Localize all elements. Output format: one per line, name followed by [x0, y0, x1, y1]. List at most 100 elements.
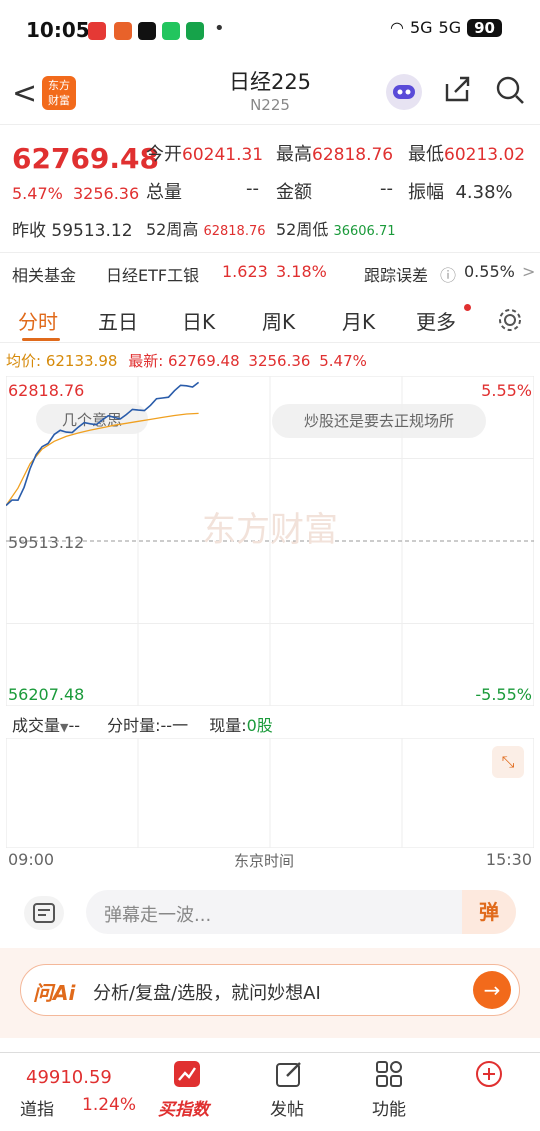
tab-function[interactable]: 功能	[372, 1095, 406, 1120]
danmu-send-button[interactable]: 弹	[462, 890, 516, 934]
function-grid-icon[interactable]	[374, 1059, 404, 1089]
x-start-label: 09:00	[8, 850, 55, 869]
last-label: 最新:	[128, 352, 164, 370]
y-bottom-label: 56207.48	[8, 685, 84, 704]
pct-bottom-label: -5.55%	[475, 685, 532, 704]
x-mid-label: 东京时间	[234, 852, 295, 870]
tab-five-day[interactable]: 五日	[98, 306, 138, 335]
tab-post[interactable]: 发帖	[270, 1095, 304, 1120]
amplitude-cell: 振幅 4.38%	[408, 178, 513, 204]
last-pct: 5.47%	[319, 352, 367, 370]
wifi-icon: ◠	[390, 18, 404, 37]
amount-cell: 金额 --	[276, 178, 393, 204]
bottom-bar: 49910.59 道指 1.24% 买指数 发帖 功能	[0, 1052, 540, 1131]
amplitude-label: 振幅	[408, 182, 444, 203]
open-value: 60241.31	[182, 145, 264, 165]
signal-icon-2: 5G	[438, 18, 462, 37]
danmu-settings-icon[interactable]	[24, 896, 64, 930]
amplitude-value: 4.38%	[455, 182, 513, 203]
fund-label: 相关基金	[12, 266, 77, 285]
change-pct: 5.47%	[12, 184, 63, 203]
high-value: 62818.76	[312, 145, 394, 165]
tab-weekly-k[interactable]: 周K	[262, 306, 295, 335]
help-icon[interactable]: ⓘ	[440, 262, 456, 286]
tab-buy-index[interactable]: 买指数	[158, 1095, 209, 1120]
tab-monthly-k[interactable]: 月K	[342, 306, 375, 335]
danmu-bar: 弹幕走一波... 弹	[0, 884, 540, 940]
fund-price: 1.623	[222, 262, 268, 281]
related-fund-row[interactable]: 相关基金 日经ETF工银 1.623 3.18% 跟踪误差 ⓘ 0.55% >	[0, 252, 540, 291]
volume-panel: 成交量▼-- 分时量:--一 现量:0股 ⤡ 09:00 东京时间 15:30	[0, 710, 540, 880]
danmu-input[interactable]: 弹幕走一波... 弹	[86, 890, 516, 934]
fs-volume-value: --一	[160, 716, 189, 735]
oppo-app-icon	[186, 22, 204, 40]
ai-banner: 问Ai 分析/复盘/选股，就问妙想AI →	[0, 948, 540, 1038]
status-bar: 10:05 • ◠ 5G 5G 90	[0, 0, 540, 60]
buy-index-icon[interactable]	[172, 1059, 202, 1089]
nav-bar: < 东方 财富 日经225 N225	[0, 62, 540, 125]
assistant-robot-icon[interactable]	[386, 74, 422, 110]
news-app-icon	[88, 22, 106, 40]
amount-value: --	[380, 178, 393, 199]
avg-label: 均价:	[6, 352, 42, 370]
volume-label: 总量	[146, 182, 182, 203]
current-volume-value: 0股	[246, 716, 273, 735]
track-error-value: 0.55%	[464, 262, 515, 281]
ai-logo: 问Ai	[33, 981, 76, 1005]
danmu-placeholder: 弹幕走一波...	[104, 905, 212, 926]
prev-close-value: 59513.12	[51, 221, 133, 241]
dow-label[interactable]: 道指	[20, 1095, 54, 1120]
last-change: 3256.36	[248, 352, 311, 370]
week52-high-value: 62818.76	[203, 224, 266, 239]
price-change: 5.47% 3256.36	[12, 184, 139, 203]
amount-label: 金额	[276, 182, 312, 203]
watermark: 东方财富	[202, 510, 338, 550]
ai-search-box[interactable]: 问Ai 分析/复盘/选股，就问妙想AI →	[20, 964, 520, 1016]
week52-low-cell: 52周低 36606.71	[276, 216, 396, 240]
high-label: 最高	[276, 144, 312, 165]
pct-top-label: 5.55%	[481, 381, 532, 400]
low-value: 60213.02	[444, 145, 526, 165]
share-icon[interactable]	[442, 74, 472, 104]
volume-value: --	[246, 178, 259, 199]
signal-icon: 5G	[409, 18, 433, 37]
volume-dash: --	[68, 716, 81, 735]
dow-price: 49910.59	[26, 1067, 112, 1088]
ai-go-button[interactable]: →	[473, 971, 511, 1009]
week52-high-label: 52周高	[146, 220, 199, 239]
open-label: 今开	[146, 144, 182, 165]
last-value: 62769.48	[168, 352, 240, 370]
low-label: 最低	[408, 144, 444, 165]
search-icon[interactable]	[494, 74, 526, 106]
post-icon[interactable]	[274, 1059, 304, 1089]
tab-intraday[interactable]: 分时	[18, 306, 58, 335]
track-error-label: 跟踪误差	[364, 266, 429, 285]
add-icon[interactable]	[474, 1059, 504, 1089]
volume-label-select[interactable]: 成交量	[12, 716, 60, 735]
comment-bubble-2[interactable]: 炒股还是要去正规场所	[272, 404, 486, 438]
shopping-app-icon	[114, 22, 132, 40]
battery-icon: 90	[467, 18, 502, 37]
low-cell: 最低60213.02	[408, 140, 525, 166]
dow-pct: 1.24%	[82, 1095, 137, 1115]
chevron-right-icon[interactable]: >	[522, 262, 535, 281]
quote-panel: 62769.48 5.47% 3256.36 昨收 59513.12 今开602…	[0, 130, 540, 250]
expand-icon[interactable]: ⤡	[492, 746, 524, 778]
fund-name: 日经ETF工银	[106, 266, 200, 285]
volume-header: 成交量▼-- 分时量:--一 现量:0股	[12, 712, 273, 736]
prev-close: 昨收 59513.12	[12, 216, 133, 241]
intraday-chart[interactable]: 东方财富 几个意思 炒股还是要去正规场所 62818.76 5.55% 5951…	[6, 376, 534, 706]
chart-tabs: 分时 五日 日K 周K 月K 更多	[0, 300, 540, 343]
gear-icon[interactable]	[496, 306, 524, 334]
y-top-label: 62818.76	[8, 381, 84, 400]
tab-more[interactable]: 更多	[416, 306, 456, 335]
ai-prompt-text: 分析/复盘/选股，就问妙想AI	[93, 983, 321, 1004]
message-app-icon	[162, 22, 180, 40]
week52-high-cell: 52周高 62818.76	[146, 216, 266, 240]
comment-bubble-2-text: 炒股还是要去正规场所	[304, 412, 454, 430]
x-end-label: 15:30	[485, 850, 532, 869]
volume-chart	[6, 738, 534, 848]
tab-daily-k[interactable]: 日K	[182, 306, 215, 335]
more-notifications-icon: •	[214, 18, 225, 39]
change-abs: 3256.36	[73, 184, 140, 203]
